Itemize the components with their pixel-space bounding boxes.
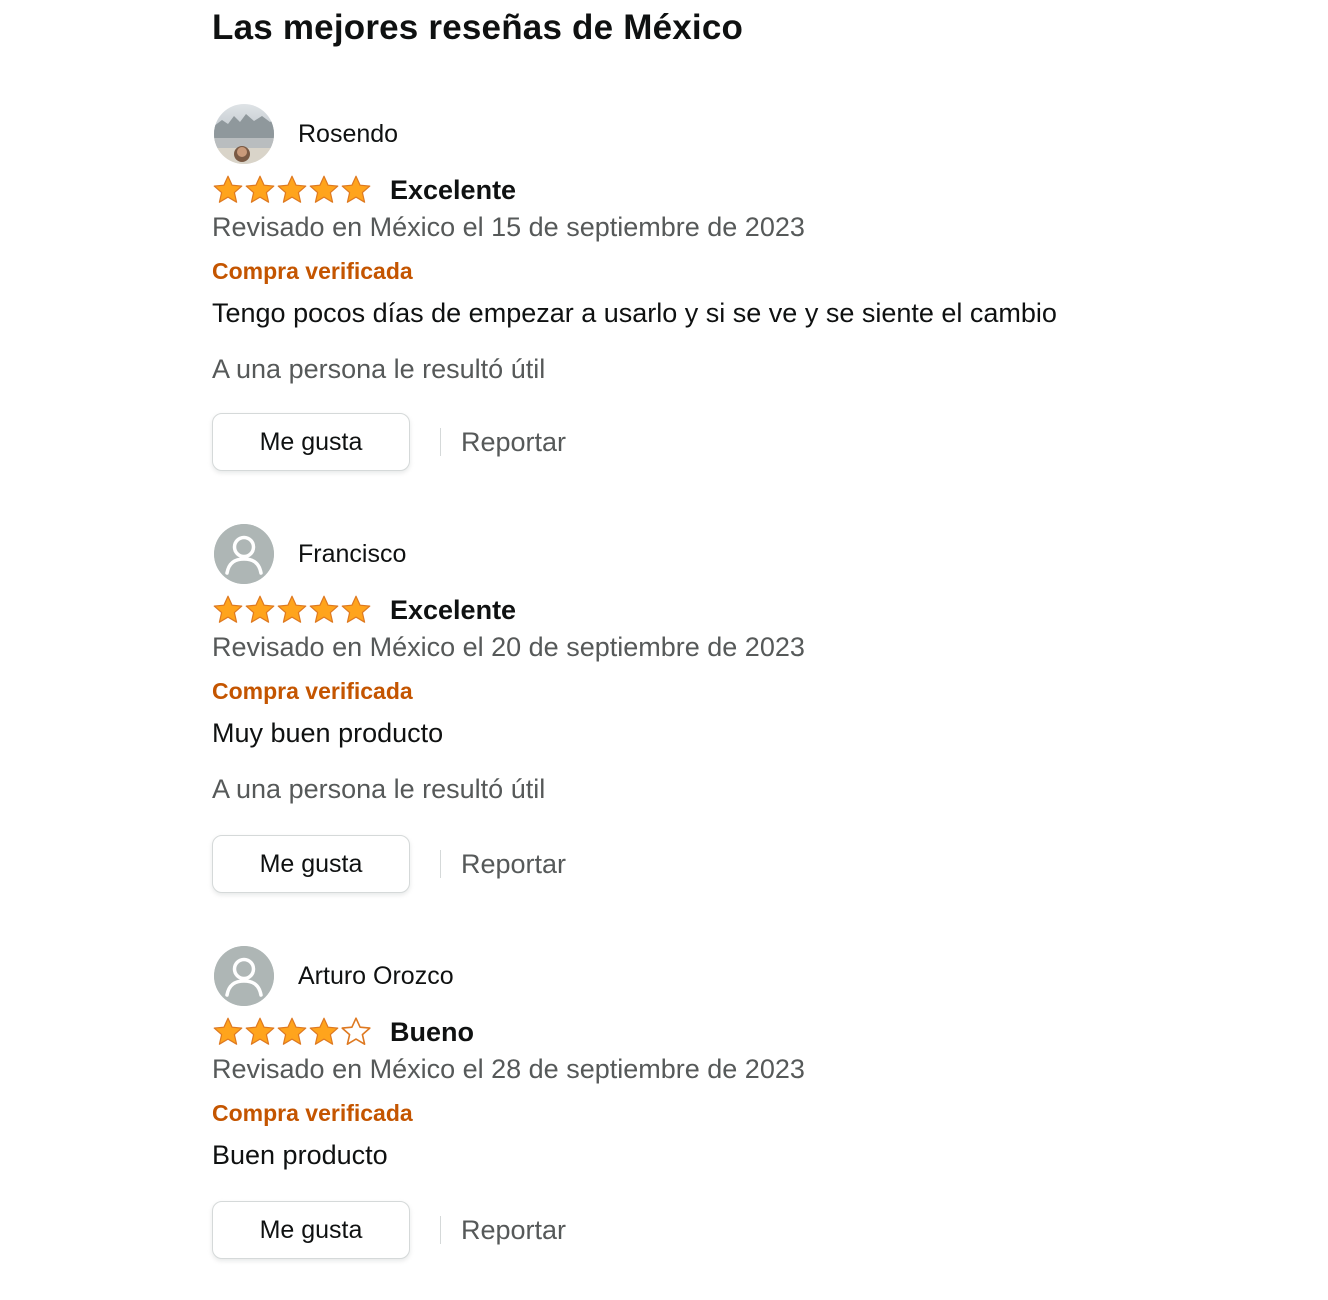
like-button[interactable]: Me gusta <box>212 835 410 893</box>
review-title[interactable]: Bueno <box>390 1017 474 1048</box>
review-body: Tengo pocos días de empezar a usarlo y s… <box>212 298 1057 328</box>
divider <box>440 1216 441 1244</box>
report-link[interactable]: Reportar <box>461 427 566 458</box>
star-rating[interactable] <box>212 174 372 206</box>
review-date: Revisado en México el 28 de septiembre d… <box>212 1054 805 1084</box>
star-filled-icon <box>341 175 371 203</box>
review-date: Revisado en México el 15 de septiembre d… <box>212 212 805 242</box>
avatar[interactable] <box>214 104 274 164</box>
review-profile[interactable]: Arturo Orozco <box>212 944 454 1008</box>
star-rating[interactable] <box>212 594 372 626</box>
like-button[interactable]: Me gusta <box>212 413 410 471</box>
review-card: Arturo Orozco Bueno Revisado en México e… <box>212 944 1212 1274</box>
review-actions: Me gusta Reportar <box>212 835 566 893</box>
star-filled-icon <box>245 595 275 623</box>
verified-purchase-badge[interactable]: Compra verificada <box>212 258 413 285</box>
star-filled-icon <box>245 1017 275 1045</box>
report-link[interactable]: Reportar <box>461 1215 566 1246</box>
star-filled-icon <box>341 595 371 623</box>
helpful-count: A una persona le resultó útil <box>212 774 546 804</box>
avatar[interactable] <box>214 946 274 1006</box>
star-empty-icon <box>341 1017 371 1045</box>
review-actions: Me gusta Reportar <box>212 1201 566 1259</box>
star-rating[interactable] <box>212 1016 372 1048</box>
default-user-icon <box>214 946 274 1006</box>
report-link[interactable]: Reportar <box>461 849 566 880</box>
like-button[interactable]: Me gusta <box>212 1201 410 1259</box>
author-name[interactable]: Rosendo <box>298 120 398 149</box>
review-title[interactable]: Excelente <box>390 175 516 206</box>
star-filled-icon <box>309 175 339 203</box>
star-filled-icon <box>309 595 339 623</box>
review-actions: Me gusta Reportar <box>212 413 566 471</box>
review-profile[interactable]: Rosendo <box>212 102 398 166</box>
star-filled-icon <box>245 175 275 203</box>
default-user-icon <box>214 524 274 584</box>
star-filled-icon <box>277 595 307 623</box>
author-name[interactable]: Francisco <box>298 540 406 569</box>
star-filled-icon <box>213 175 243 203</box>
helpful-count: A una persona le resultó útil <box>212 354 546 384</box>
divider <box>440 850 441 878</box>
star-filled-icon <box>213 595 243 623</box>
divider <box>440 428 441 456</box>
profile-photo <box>214 114 274 164</box>
verified-purchase-badge[interactable]: Compra verificada <box>212 678 413 705</box>
review-card: Rosendo Excelente Revisado en México el … <box>212 102 1212 482</box>
star-filled-icon <box>309 1017 339 1045</box>
review-date: Revisado en México el 20 de septiembre d… <box>212 632 805 662</box>
review-profile[interactable]: Francisco <box>212 522 406 586</box>
star-filled-icon <box>277 175 307 203</box>
star-filled-icon <box>213 1017 243 1045</box>
star-filled-icon <box>277 1017 307 1045</box>
review-title[interactable]: Excelente <box>390 595 516 626</box>
rating-row: Excelente <box>212 590 516 630</box>
rating-row: Excelente <box>212 170 516 210</box>
review-card: Francisco Excelente Revisado en México e… <box>212 522 1212 902</box>
author-name[interactable]: Arturo Orozco <box>298 962 454 991</box>
review-body: Muy buen producto <box>212 718 444 748</box>
avatar[interactable] <box>214 524 274 584</box>
verified-purchase-badge[interactable]: Compra verificada <box>212 1100 413 1127</box>
rating-row: Bueno <box>212 1012 474 1052</box>
review-body: Buen producto <box>212 1140 388 1170</box>
section-title: Las mejores reseñas de México <box>212 8 744 47</box>
